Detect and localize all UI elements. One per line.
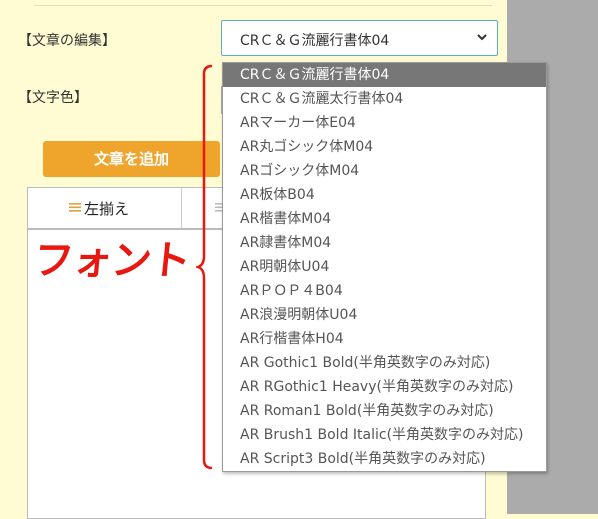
font-select-value: CRＣ＆Ｇ流麗行書体04 (240, 33, 390, 49)
font-option[interactable]: AR明朝体U04 (223, 255, 546, 279)
font-option[interactable]: ARＰＯＰ４B04 (223, 279, 546, 303)
font-option[interactable]: AR楷書体M04 (223, 207, 546, 231)
font-option[interactable]: ARゴシック体M04 (223, 159, 546, 183)
font-option[interactable]: CRＣ＆Ｇ流麗太行書体04 (223, 87, 546, 111)
add-text-button[interactable]: 文章を追加 (43, 141, 220, 177)
font-option[interactable]: AR行楷書体H04 (223, 327, 546, 351)
font-option[interactable]: AR Gothic1 Bold(半角英数字のみ対応) (223, 351, 546, 375)
font-option[interactable]: AR隷書体M04 (223, 231, 546, 255)
align-left-label: 左揃え (84, 200, 130, 218)
font-annotation: フォント (31, 238, 192, 284)
font-option[interactable]: CRＣ＆Ｇ流麗行書体04 (223, 63, 546, 87)
font-option[interactable]: AR丸ゴシック体M04 (223, 135, 546, 159)
font-option[interactable]: AR RGothic1 Heavy(半角英数字のみ対応) (223, 375, 546, 399)
font-option[interactable]: AR Brush1 Bold Italic(半角英数字のみ対応) (223, 423, 546, 447)
align-left-button[interactable]: 左揃え (28, 188, 182, 228)
divider (34, 5, 492, 6)
font-option[interactable]: ARマーカー体E04 (223, 111, 546, 135)
align-left-icon (69, 203, 81, 212)
font-option[interactable]: AR Roman1 Bold(半角英数字のみ対応) (223, 399, 546, 423)
font-select[interactable]: CRＣ＆Ｇ流麗行書体04 (221, 20, 498, 56)
chevron-down-icon (477, 34, 487, 41)
font-option[interactable]: AR板体B04 (223, 183, 546, 207)
font-option[interactable]: AR浪漫明朝体U04 (223, 303, 546, 327)
bracket-annotation (196, 64, 213, 470)
text-color-label: 【文字色】 (18, 90, 88, 106)
font-option[interactable]: AR Script3 Bold(半角英数字のみ対応) (223, 447, 546, 471)
font-dropdown-list: CRＣ＆Ｇ流麗行書体04 CRＣ＆Ｇ流麗太行書体04 ARマーカー体E04 AR丸ゴシ… (222, 62, 547, 472)
edit-text-label: 【文章の編集】 (18, 33, 116, 49)
